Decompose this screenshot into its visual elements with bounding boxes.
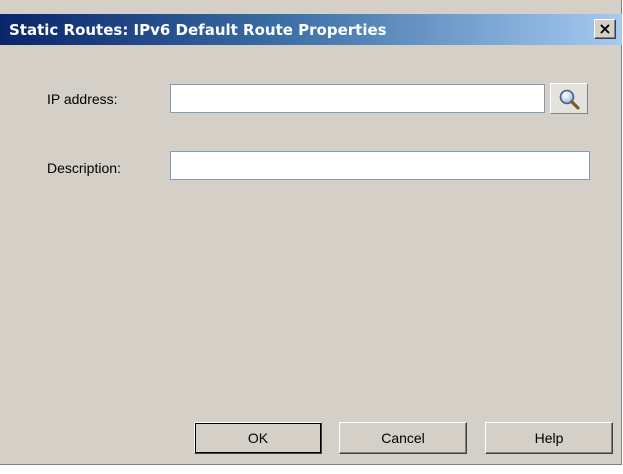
help-button[interactable]: Help — [485, 422, 613, 454]
cancel-button[interactable]: Cancel — [339, 422, 467, 454]
close-icon: × — [598, 19, 612, 38]
close-button[interactable]: × — [594, 19, 616, 39]
ok-button[interactable]: OK — [194, 422, 322, 454]
description-input[interactable] — [170, 151, 590, 180]
dialog-window: Static Routes: IPv6 Default Route Proper… — [0, 0, 622, 465]
magnifier-icon — [559, 89, 580, 110]
browse-ip-button[interactable] — [550, 83, 588, 114]
ip-address-input[interactable] — [170, 84, 545, 113]
description-label: Description: — [47, 160, 121, 176]
dialog-title: Static Routes: IPv6 Default Route Proper… — [9, 21, 387, 39]
title-bar[interactable]: Static Routes: IPv6 Default Route Proper… — [0, 14, 622, 45]
ip-address-label: IP address: — [47, 91, 118, 107]
